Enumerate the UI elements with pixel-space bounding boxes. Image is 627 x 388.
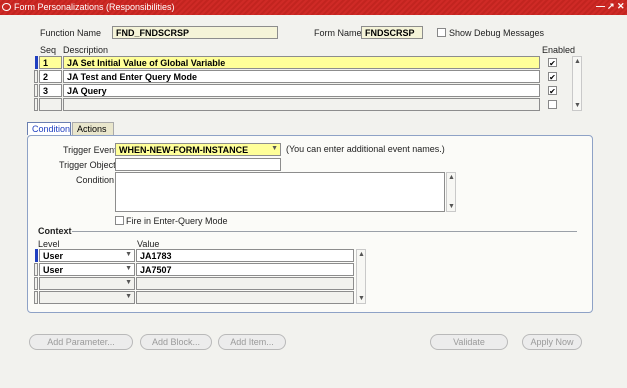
form-name-field[interactable]: FNDSCRSP <box>361 26 423 39</box>
seq-cell[interactable] <box>39 98 62 111</box>
condition-textarea[interactable] <box>115 172 445 212</box>
add-item-button[interactable]: Add Item... <box>218 334 286 350</box>
form-personalizations-window: Form Personalizations (Responsibilities)… <box>0 0 627 388</box>
scroll-down-icon[interactable]: ▼ <box>358 295 365 302</box>
rules-scrollbar[interactable]: ▲ ▼ <box>572 56 582 111</box>
scroll-up-icon[interactable]: ▲ <box>358 251 365 258</box>
row-selector[interactable] <box>34 98 38 111</box>
maximize-icon[interactable]: ↗ <box>607 1 615 12</box>
scroll-up-icon[interactable]: ▲ <box>574 58 581 65</box>
function-name-field[interactable]: FND_FNDSCRSP <box>112 26 278 39</box>
trigger-event-value: WHEN-NEW-FORM-INSTANCE <box>119 145 249 155</box>
title-bar[interactable]: Form Personalizations (Responsibilities)… <box>0 0 627 15</box>
enabled-checkbox[interactable] <box>548 86 557 95</box>
context-value-field[interactable]: JA7507 <box>136 263 354 276</box>
chevron-down-icon[interactable]: ▼ <box>125 293 132 300</box>
current-record-indicator <box>35 56 38 69</box>
seq-header: Seq <box>40 45 57 55</box>
fire-in-query-checkbox[interactable] <box>115 216 124 225</box>
fire-in-query-label: Fire in Enter-Query Mode <box>126 216 228 226</box>
enabled-checkbox[interactable] <box>548 100 557 109</box>
enabled-header: Enabled <box>542 45 576 55</box>
level-select[interactable]: User ▼ <box>39 249 135 262</box>
condition-scrollbar[interactable]: ▲ ▼ <box>446 172 456 212</box>
add-block-button[interactable]: Add Block... <box>140 334 212 350</box>
description-header: Description <box>63 45 109 55</box>
enabled-checkbox[interactable] <box>548 58 557 67</box>
trigger-object-field[interactable] <box>115 158 281 171</box>
show-debug-checkbox[interactable] <box>437 28 446 37</box>
close-icon[interactable]: ✕ <box>617 1 625 12</box>
description-cell[interactable]: JA Test and Enter Query Mode <box>63 70 540 83</box>
seq-cell[interactable]: 1 <box>39 56 62 69</box>
seq-cell[interactable]: 3 <box>39 84 62 97</box>
function-name-label: Function Name <box>40 28 102 38</box>
context-divider <box>72 231 577 232</box>
tab-actions[interactable]: Actions <box>72 122 114 135</box>
trigger-object-label: Trigger Object <box>59 160 116 170</box>
context-value-field[interactable] <box>136 291 354 304</box>
show-debug-label: Show Debug Messages <box>449 28 545 38</box>
current-record-indicator <box>35 249 38 262</box>
scroll-up-icon[interactable]: ▲ <box>448 174 455 181</box>
oracle-logo-icon <box>2 3 11 11</box>
level-select[interactable]: ▼ <box>39 277 135 290</box>
description-cell[interactable]: JA Set Initial Value of Global Variable <box>63 56 540 69</box>
row-selector[interactable] <box>34 263 38 276</box>
description-cell[interactable]: JA Query <box>63 84 540 97</box>
form-name-label: Form Name <box>314 28 362 38</box>
context-scrollbar[interactable]: ▲ ▼ <box>356 249 366 304</box>
enabled-checkbox[interactable] <box>548 72 557 81</box>
context-value-field[interactable]: JA1783 <box>136 249 354 262</box>
description-cell[interactable] <box>63 98 540 111</box>
window-title: Form Personalizations (Responsibilities) <box>14 2 175 12</box>
level-value: User <box>43 265 64 275</box>
chevron-down-icon[interactable]: ▼ <box>125 265 132 272</box>
trigger-event-select[interactable]: WHEN-NEW-FORM-INSTANCE ▼ <box>115 143 281 156</box>
value-header: Value <box>137 239 160 249</box>
tab-condition[interactable]: Condition <box>27 122 71 135</box>
trigger-event-hint: (You can enter additional event names.) <box>286 144 445 154</box>
chevron-down-icon[interactable]: ▼ <box>271 145 278 152</box>
apply-now-button[interactable]: Apply Now <box>522 334 582 350</box>
condition-label: Condition <box>76 175 115 185</box>
chevron-down-icon[interactable]: ▼ <box>125 251 132 258</box>
level-select[interactable]: User ▼ <box>39 263 135 276</box>
add-parameter-button[interactable]: Add Parameter... <box>29 334 133 350</box>
row-selector[interactable] <box>34 277 38 290</box>
context-section-title: Context <box>38 226 75 236</box>
seq-cell[interactable]: 2 <box>39 70 62 83</box>
level-select[interactable]: ▼ <box>39 291 135 304</box>
context-value-field[interactable] <box>136 277 354 290</box>
level-value: User <box>43 251 64 261</box>
scroll-down-icon[interactable]: ▼ <box>574 102 581 109</box>
row-selector[interactable] <box>34 291 38 304</box>
trigger-event-label: Trigger Event <box>63 145 117 155</box>
level-header: Level <box>38 239 60 249</box>
validate-button[interactable]: Validate <box>430 334 508 350</box>
chevron-down-icon[interactable]: ▼ <box>125 279 132 286</box>
scroll-down-icon[interactable]: ▼ <box>448 203 455 210</box>
row-selector[interactable] <box>34 84 38 97</box>
row-selector[interactable] <box>34 70 38 83</box>
minimize-icon[interactable]: — <box>596 1 605 11</box>
